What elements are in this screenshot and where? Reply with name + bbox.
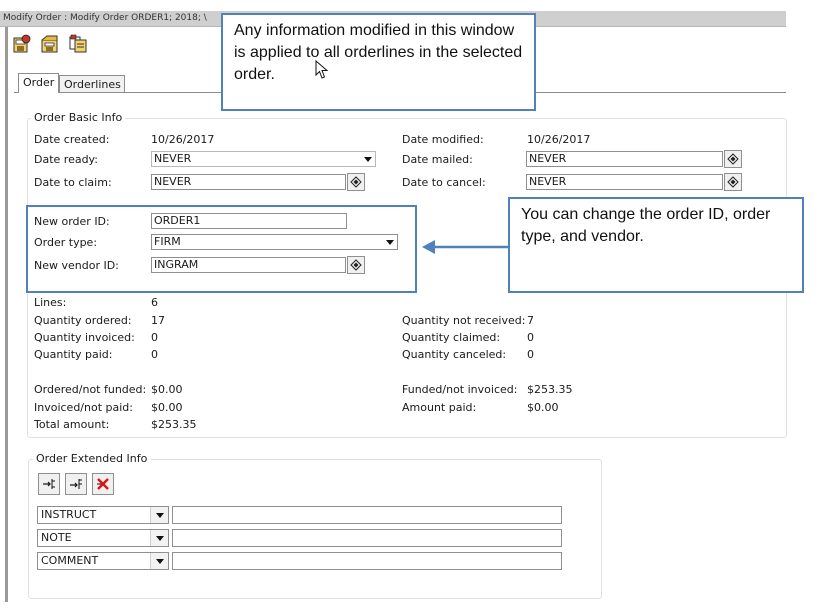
date-to-claim-label: Date to claim:	[34, 176, 112, 189]
order-type-value: FIRM	[154, 235, 181, 248]
extended-row-type-value: INSTRUCT	[41, 508, 97, 521]
new-vendor-id-input[interactable]: INGRAM	[151, 257, 346, 273]
date-created-label: Date created:	[34, 133, 110, 146]
invoiced-not-paid-value: $0.00	[151, 401, 183, 414]
qty-invoiced-label: Quantity invoiced:	[34, 331, 135, 344]
date-modified-value: 10/26/2017	[527, 133, 591, 146]
extended-row-type-select[interactable]: INSTRUCT	[37, 506, 169, 524]
total-amount-value: $253.35	[151, 418, 197, 431]
extended-row-value-input[interactable]	[172, 529, 562, 547]
qty-not-received-value: 7	[527, 314, 534, 327]
total-amount-label: Total amount:	[34, 418, 110, 431]
new-vendor-id-label: New vendor ID:	[34, 259, 119, 272]
extended-row-type-select[interactable]: COMMENT	[37, 552, 169, 570]
invoiced-not-paid-label: Invoiced/not paid:	[34, 401, 133, 414]
tab-orderlines[interactable]: Orderlines	[59, 75, 125, 92]
callout-right: You can change the order ID, order type,…	[508, 197, 804, 293]
date-mailed-calendar-icon[interactable]	[724, 150, 742, 168]
chevron-down-icon	[150, 507, 168, 523]
insert-field-icon[interactable]	[65, 473, 87, 495]
qty-ordered-label: Quantity ordered:	[34, 314, 132, 327]
order-type-label: Order type:	[34, 236, 98, 249]
extended-row-value-input[interactable]	[172, 506, 562, 524]
lines-label: Lines:	[34, 296, 67, 309]
order-type-select[interactable]: FIRM	[151, 234, 398, 250]
save-order-icon[interactable]	[12, 34, 32, 54]
qty-claimed-value: 0	[527, 331, 534, 344]
chevron-down-icon	[150, 553, 168, 569]
new-order-id-input[interactable]: ORDER1	[151, 213, 347, 229]
ordered-not-funded-label: Ordered/not funded:	[34, 383, 147, 396]
extended-row-type-select[interactable]: NOTE	[37, 529, 169, 547]
funded-not-invoiced-label: Funded/not invoiced:	[402, 383, 518, 396]
order-basic-info-title: Order Basic Info	[31, 111, 126, 124]
chevron-down-icon	[150, 530, 168, 546]
date-created-value: 10/26/2017	[151, 133, 215, 146]
date-to-cancel-label: Date to cancel:	[402, 176, 486, 189]
mouse-cursor-icon	[315, 59, 329, 83]
callout-arrow-icon	[422, 240, 510, 254]
date-mailed-label: Date mailed:	[402, 153, 473, 166]
qty-claimed-label: Quantity claimed:	[402, 331, 501, 344]
qty-paid-value: 0	[151, 348, 158, 361]
callout-top: Any information modified in this window …	[221, 13, 536, 111]
date-ready-label: Date ready:	[34, 153, 98, 166]
date-to-claim-field[interactable]: NEVER	[151, 174, 346, 190]
copy-order-icon[interactable]	[68, 34, 88, 54]
extended-row-type-value: NOTE	[41, 531, 72, 544]
date-ready-select[interactable]: NEVER	[151, 151, 376, 167]
lines-value: 6	[151, 296, 158, 309]
amount-paid-value: $0.00	[527, 401, 559, 414]
amount-paid-label: Amount paid:	[402, 401, 477, 414]
date-to-claim-calendar-icon[interactable]	[347, 173, 365, 191]
window-left-edge	[5, 27, 8, 602]
add-field-icon[interactable]	[38, 473, 60, 495]
date-to-cancel-field[interactable]: NEVER	[526, 174, 723, 190]
date-mailed-field[interactable]: NEVER	[526, 151, 723, 167]
extended-row-value-input[interactable]	[172, 552, 562, 570]
chevron-down-icon	[386, 240, 394, 245]
qty-canceled-label: Quantity canceled:	[402, 348, 507, 361]
funded-not-invoiced-value: $253.35	[527, 383, 573, 396]
tab-order[interactable]: Order	[18, 73, 59, 93]
vendor-lookup-icon[interactable]	[347, 256, 365, 274]
qty-paid-label: Quantity paid:	[34, 348, 113, 361]
date-modified-label: Date modified:	[402, 133, 484, 146]
order-extended-info-title: Order Extended Info	[33, 452, 151, 465]
save-as-icon[interactable]	[40, 34, 60, 54]
date-ready-value: NEVER	[154, 152, 192, 165]
qty-invoiced-value: 0	[151, 331, 158, 344]
delete-field-icon[interactable]	[92, 473, 114, 495]
new-order-id-label: New order ID:	[34, 215, 110, 228]
date-to-cancel-calendar-icon[interactable]	[724, 173, 742, 191]
qty-not-received-label: Quantity not received:	[402, 314, 526, 327]
qty-canceled-value: 0	[527, 348, 534, 361]
ordered-not-funded-value: $0.00	[151, 383, 183, 396]
chevron-down-icon	[364, 157, 372, 162]
extended-row-type-value: COMMENT	[41, 554, 99, 567]
qty-ordered-value: 17	[151, 314, 165, 327]
